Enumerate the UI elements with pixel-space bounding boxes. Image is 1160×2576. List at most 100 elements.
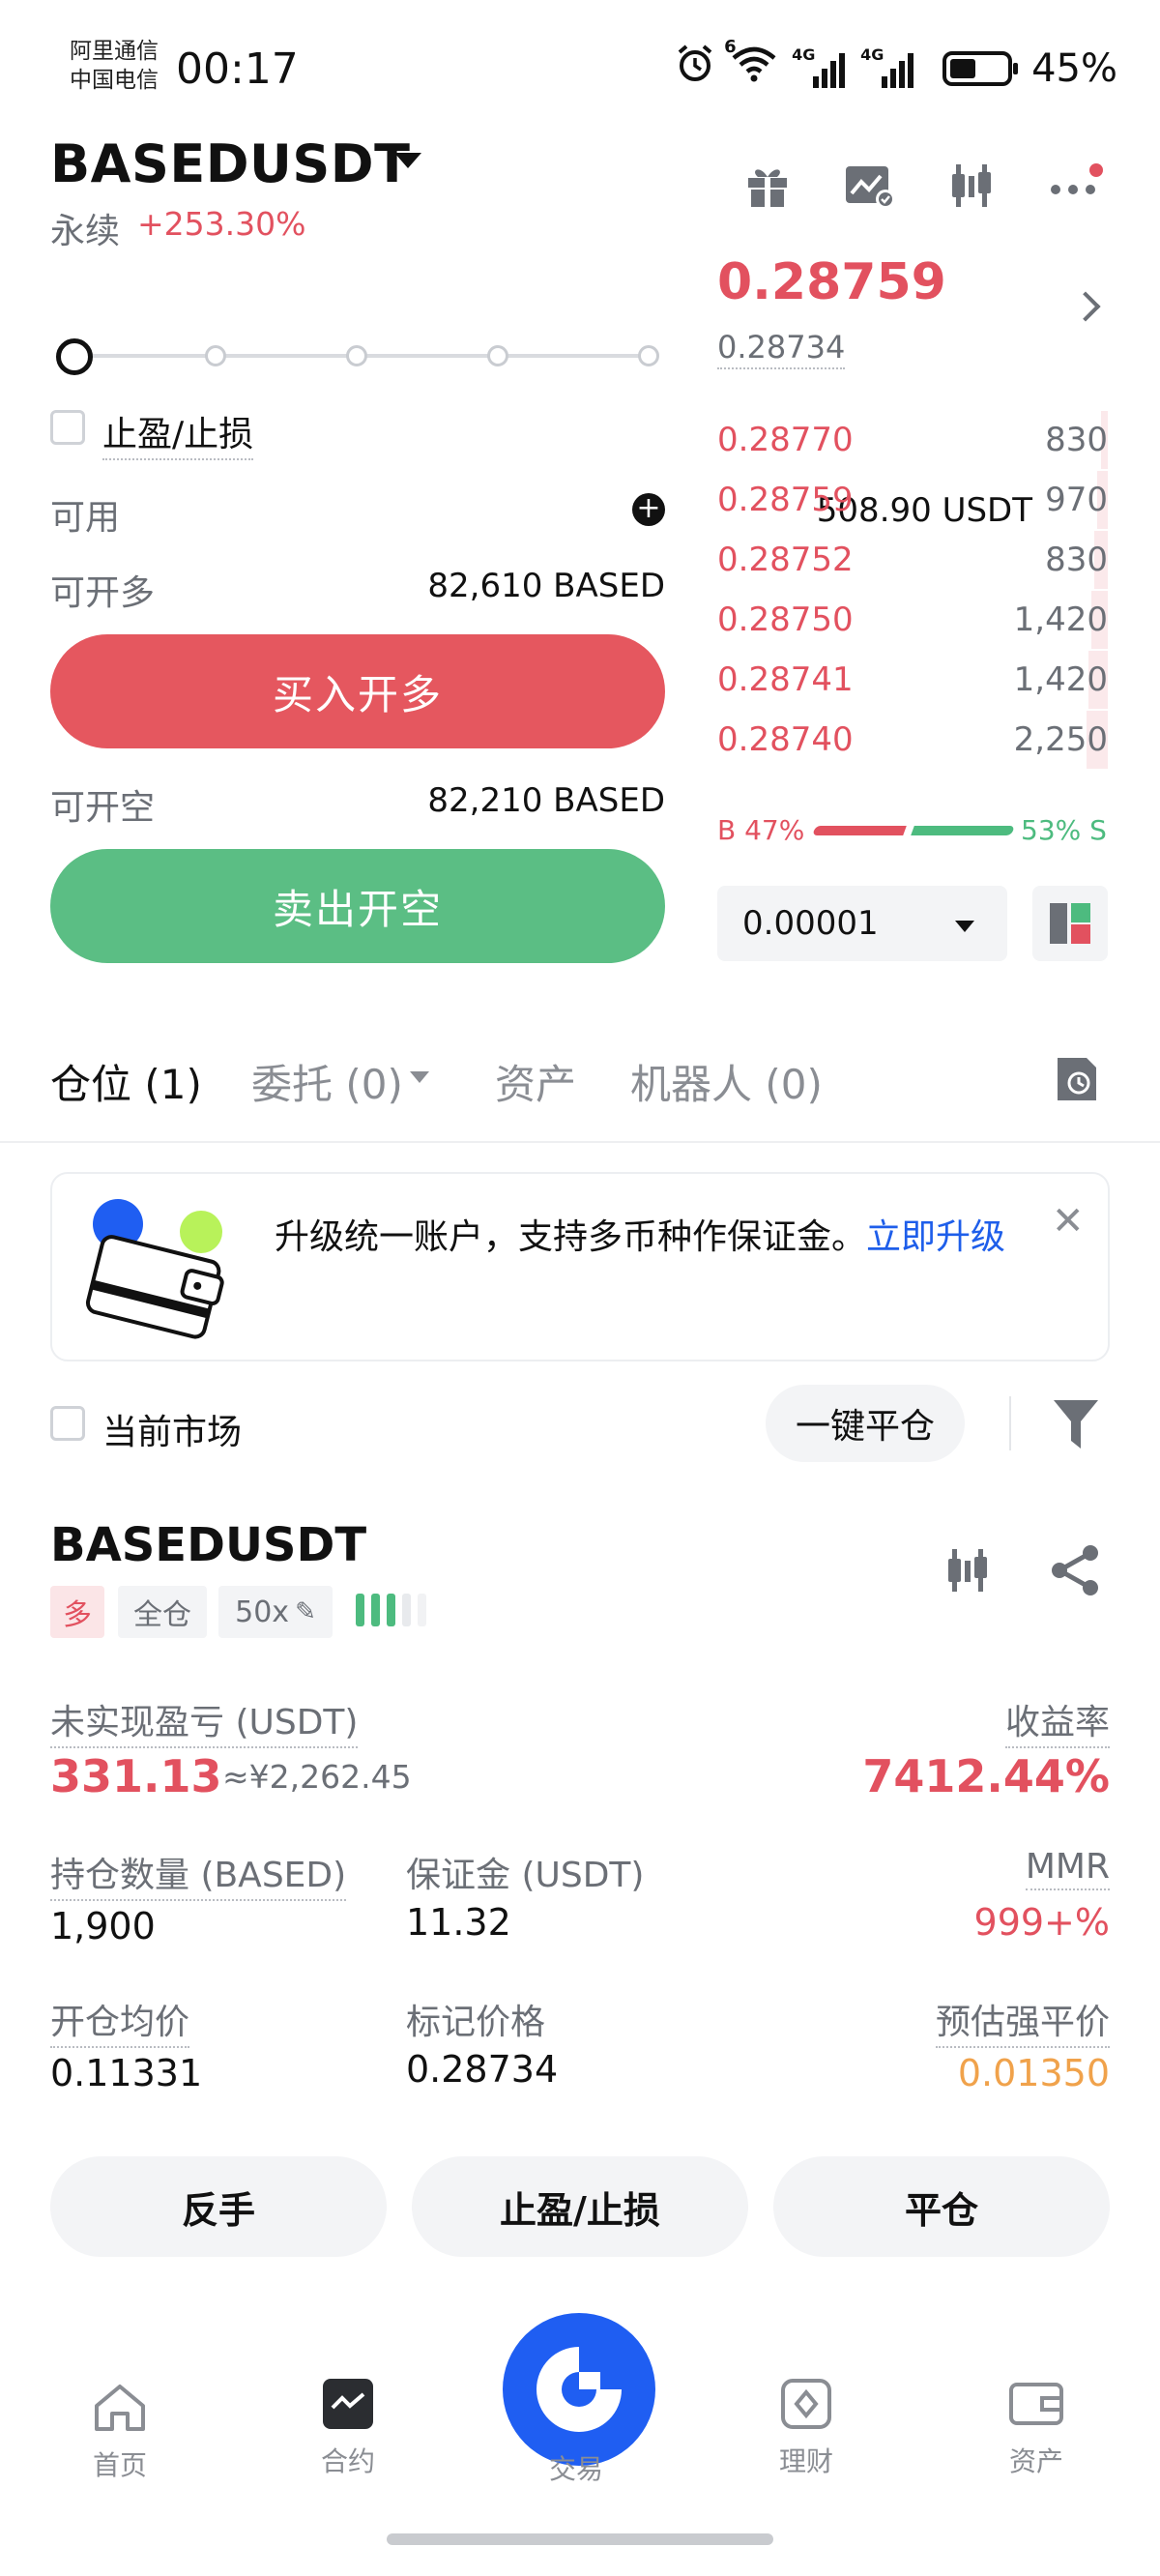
side-badge: 多 [50, 1586, 104, 1638]
carrier-2: 中国电信 [70, 68, 159, 93]
nav-trade-label: 交易 [549, 2453, 604, 2485]
tpsl-button[interactable]: 止盈/止损 [412, 2156, 748, 2257]
ask-row[interactable]: 0.28759 970 [717, 470, 1108, 530]
roi-value: 7412.44% [862, 1750, 1110, 1802]
banner-message: 升级统一账户，支持多币种作保证金。立即升级 [275, 1213, 1048, 1263]
futures-icon [323, 2379, 373, 2429]
mark-price-label: 标记价格 [406, 2003, 546, 2042]
sell-short-button[interactable]: 卖出开空 [50, 849, 665, 963]
ask-price: 0.28741 [717, 660, 854, 699]
tab-bots[interactable]: 机器人 (0) [630, 1052, 823, 1111]
caret-down-icon[interactable] [394, 153, 421, 168]
tab-orders[interactable]: 委托 (0) [251, 1052, 403, 1111]
add-funds-icon[interactable]: + [632, 493, 665, 526]
roi-label[interactable]: 收益率 [1004, 1694, 1110, 1748]
slider-step-50[interactable] [346, 345, 367, 366]
nav-home[interactable]: 首页 [52, 2381, 188, 2483]
ask-price: 0.28750 [717, 600, 854, 639]
candlestick-icon[interactable] [943, 1543, 994, 1601]
available-label: 可用 [50, 498, 121, 538]
slider-thumb[interactable] [56, 338, 93, 375]
caret-down-icon[interactable] [955, 921, 974, 932]
tpsl-checkbox[interactable] [50, 410, 85, 445]
book-layout-icon [1050, 903, 1090, 944]
signal-icon: 4G [860, 45, 914, 88]
nav-trade-button[interactable] [503, 2313, 655, 2466]
wallet-icon [1009, 2383, 1063, 2425]
liq-price-value: 0.01350 [957, 2052, 1110, 2094]
close-position-button[interactable]: 平仓 [773, 2156, 1110, 2257]
buy-long-button[interactable]: 买入开多 [50, 634, 665, 748]
chart-settings-icon[interactable] [841, 157, 899, 215]
history-icon[interactable] [1054, 1054, 1100, 1104]
ask-row[interactable]: 0.28740 2,250 [717, 710, 1108, 770]
margin-label: 保证金 (USDT) [406, 1856, 645, 1895]
tpsl-label[interactable]: 止盈/止损 [102, 406, 254, 460]
last-price: 0.28759 [717, 253, 946, 311]
nav-earn-label: 理财 [778, 2445, 833, 2477]
position-symbol[interactable]: BASEDUSDT [50, 1518, 366, 1572]
banner-text: 升级统一账户，支持多币种作保证金。 [275, 1217, 867, 1257]
candlestick-icon[interactable] [943, 157, 1001, 215]
nav-assets-label: 资产 [1008, 2445, 1063, 2477]
carrier-1: 阿里通信 [70, 39, 159, 64]
entry-price-label[interactable]: 开仓均价 [50, 1994, 190, 2048]
edit-icon: ✎ [295, 1597, 316, 1626]
unrealized-pnl-label[interactable]: 未实现盈亏 (USDT) [50, 1694, 359, 1748]
trade-icon [536, 2347, 622, 2432]
nav-assets[interactable]: 资产 [969, 2377, 1104, 2479]
gift-icon[interactable] [739, 157, 797, 215]
leverage-badge[interactable]: 50x ✎ [218, 1586, 333, 1638]
sell-ratio: 53% S [1021, 814, 1107, 846]
book-layout-button[interactable] [1032, 886, 1108, 961]
status-icons: 6 4G 4G 45% [674, 37, 1117, 95]
risk-level-bar [418, 1594, 426, 1626]
ask-row[interactable]: 0.28770 830 [717, 410, 1108, 470]
home-indicator [387, 2533, 773, 2545]
ask-row[interactable]: 0.28750 1,420 [717, 590, 1108, 650]
ask-price: 0.28770 [717, 421, 854, 459]
tab-assets[interactable]: 资产 [495, 1052, 576, 1111]
buy-ratio: B 47% [717, 814, 805, 846]
current-market-checkbox[interactable] [50, 1406, 85, 1441]
ask-qty: 1,420 [1013, 660, 1108, 699]
filter-icon[interactable] [1052, 1396, 1100, 1454]
home-icon [95, 2385, 145, 2431]
can-long-value: 82,610 BASED [427, 567, 665, 605]
slider-step-75[interactable] [487, 345, 508, 366]
share-icon[interactable] [1048, 1543, 1102, 1601]
ask-row[interactable]: 0.28752 830 [717, 530, 1108, 590]
nav-futures[interactable]: 合约 [280, 2377, 416, 2479]
ask-qty: 1,420 [1013, 600, 1108, 639]
can-short-label: 可开空 [50, 788, 156, 828]
more-icon[interactable] [1046, 157, 1104, 215]
liq-price-label[interactable]: 预估强平价 [935, 1994, 1110, 2048]
sell-ratio-bar [911, 826, 1015, 835]
nav-earn[interactable]: 理财 [739, 2377, 874, 2479]
network-type-1: 4G [792, 45, 816, 64]
margin-mode-badge: 全仓 [118, 1586, 207, 1638]
ask-row[interactable]: 0.28741 1,420 [717, 650, 1108, 710]
size-label[interactable]: 持仓数量 (BASED) [50, 1847, 347, 1901]
current-market-label[interactable]: 当前市场 [102, 1404, 242, 1454]
close-all-button[interactable]: 一键平仓 [766, 1385, 965, 1462]
mmr-label[interactable]: MMR [1025, 1847, 1110, 1890]
can-short-value: 82,210 BASED [427, 781, 665, 820]
chevron-right-icon[interactable] [1070, 291, 1101, 322]
upgrade-now-link[interactable]: 立即升级 [866, 1217, 1005, 1257]
caret-down-icon[interactable] [410, 1071, 429, 1083]
carrier-names: 阿里通信 中国电信 [70, 37, 159, 95]
reverse-button[interactable]: 反手 [50, 2156, 387, 2257]
ask-price: 0.28740 [717, 720, 854, 759]
wifi-icon: 6 [724, 37, 778, 93]
ask-price: 0.28752 [717, 541, 854, 579]
mmr-value: 999+% [973, 1901, 1110, 1944]
wifi-badge: 6 [724, 37, 737, 57]
divider [0, 1141, 1160, 1143]
pair-selector[interactable]: BASEDUSDT [50, 133, 410, 194]
slider-step-25[interactable] [205, 345, 226, 366]
slider-step-100[interactable] [638, 345, 659, 366]
tab-positions[interactable]: 仓位 (1) [50, 1052, 202, 1111]
close-icon[interactable]: ✕ [1052, 1199, 1085, 1244]
mark-price-value: 0.28734 [406, 2048, 559, 2091]
